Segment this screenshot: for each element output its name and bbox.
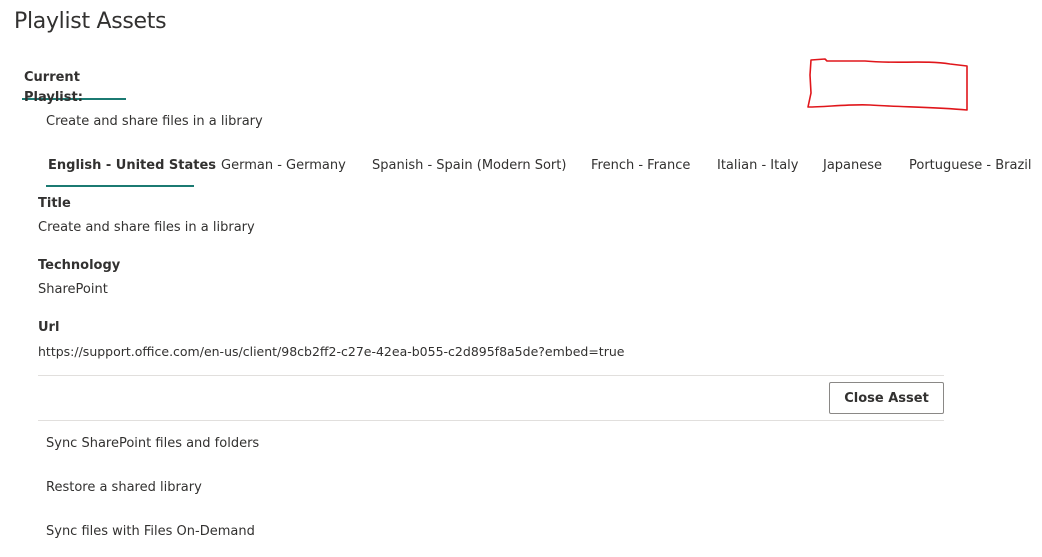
asset-item-restore-library[interactable]: Restore a shared library	[46, 480, 202, 495]
tab-spanish-spain-modern-sort[interactable]: Spanish - Spain (Modern Sort)	[372, 155, 566, 187]
asset-item-sync-on-demand[interactable]: Sync files with Files On-Demand	[46, 524, 255, 539]
tab-french-france[interactable]: French - France	[591, 155, 690, 187]
tab-portuguese-brazil[interactable]: Portuguese - Brazil	[909, 155, 1032, 187]
details-top-divider	[38, 375, 944, 376]
title-label: Title	[38, 196, 71, 211]
title-value: Create and share files in a library	[38, 220, 255, 235]
technology-value: SharePoint	[38, 282, 108, 297]
current-playlist-tab[interactable]: Current Playlist:	[22, 68, 126, 105]
page-title: Playlist Assets	[14, 9, 167, 34]
technology-label: Technology	[38, 258, 121, 273]
tab-japanese[interactable]: Japanese	[823, 155, 882, 187]
url-label: Url	[38, 320, 60, 335]
asset-item-sync-sharepoint[interactable]: Sync SharePoint files and folders	[46, 436, 259, 451]
red-scribble-redaction-icon	[807, 58, 968, 111]
selected-asset-item[interactable]: Create and share files in a library	[46, 114, 263, 129]
details-bottom-divider	[38, 420, 944, 421]
close-asset-button[interactable]: Close Asset	[829, 382, 944, 414]
tab-german-germany[interactable]: German - Germany	[221, 155, 346, 187]
tab-italian-italy[interactable]: Italian - Italy	[717, 155, 799, 187]
tab-english-united-states[interactable]: English - United States	[46, 155, 216, 187]
url-value: https://support.office.com/en-us/client/…	[38, 344, 625, 359]
